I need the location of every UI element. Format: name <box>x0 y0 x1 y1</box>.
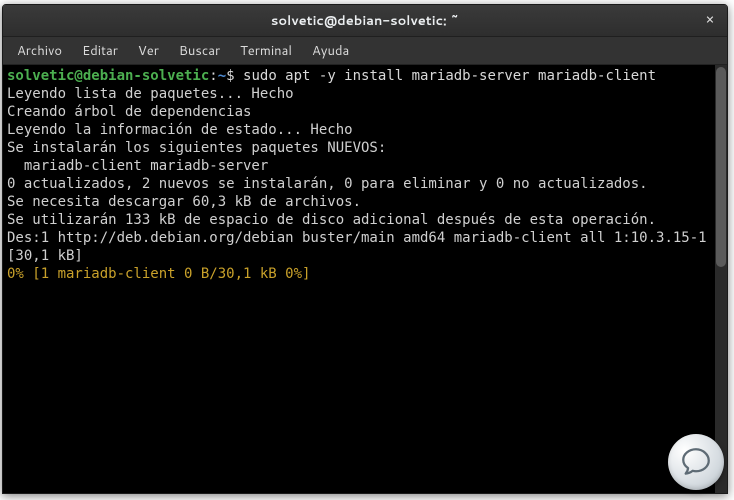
prompt-symbol: $ <box>226 68 243 84</box>
prompt-userhost: solvetic@debian-solvetic <box>7 68 209 84</box>
terminal-window: solvetic@debian-solvetic: ~ × Archivo Ed… <box>2 4 728 494</box>
menu-view[interactable]: Ver <box>128 38 169 64</box>
out-line: Creando árbol de dependencias <box>7 104 251 120</box>
out-line: Leyendo lista de paquetes... Hecho <box>7 86 294 102</box>
scrollbar-thumb[interactable] <box>716 67 726 267</box>
out-line: mariadb-client mariadb-server <box>7 158 268 174</box>
out-line: Se utilizarán 133 kB de espacio de disco… <box>7 212 656 228</box>
out-line: Se instalarán los siguientes paquetes NU… <box>7 140 386 156</box>
scrollbar[interactable] <box>715 65 727 493</box>
menu-file[interactable]: Archivo <box>7 38 72 64</box>
speech-bubble-icon <box>679 445 713 479</box>
chat-bubble-button[interactable] <box>668 434 724 490</box>
prompt-path: ~ <box>218 68 226 84</box>
menu-help[interactable]: Ayuda <box>302 38 359 64</box>
menubar: Archivo Editar Ver Buscar Terminal Ayuda <box>3 37 727 65</box>
prompt-sep: : <box>209 68 217 84</box>
close-icon: × <box>706 12 714 28</box>
window-title: solvetic@debian-solvetic: ~ <box>271 12 459 30</box>
menu-search[interactable]: Buscar <box>169 38 230 64</box>
menu-terminal[interactable]: Terminal <box>230 38 302 64</box>
progress-line: 0% [1 mariadb-client 0 B/30,1 kB 0%] <box>7 266 310 282</box>
titlebar[interactable]: solvetic@debian-solvetic: ~ × <box>3 5 727 37</box>
out-line: Se necesita descargar 60,3 kB de archivo… <box>7 194 361 210</box>
out-line: Des:1 http://deb.debian.org/debian buste… <box>7 230 715 264</box>
out-line: Leyendo la información de estado... Hech… <box>7 122 353 138</box>
terminal-output[interactable]: solvetic@debian-solvetic:~$ sudo apt -y … <box>3 65 715 493</box>
menu-edit[interactable]: Editar <box>72 38 128 64</box>
out-line: 0 actualizados, 2 nuevos se instalarán, … <box>7 176 648 192</box>
terminal-area: solvetic@debian-solvetic:~$ sudo apt -y … <box>3 65 727 493</box>
close-button[interactable]: × <box>699 9 721 31</box>
command-text: sudo apt -y install mariadb-server maria… <box>243 68 656 84</box>
